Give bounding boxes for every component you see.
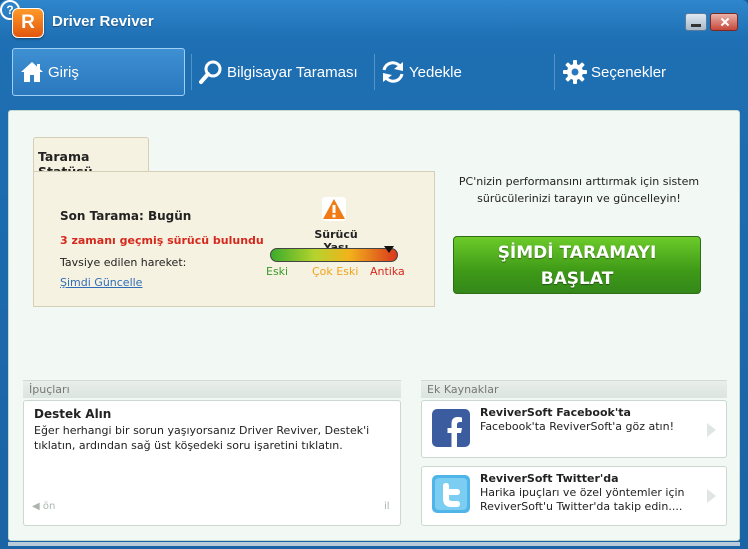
nav-separator xyxy=(191,54,192,90)
nav-item-home[interactable]: Giriş xyxy=(12,48,185,96)
last-scan-text: Son Tarama: Bugün xyxy=(60,209,192,223)
tip-next-button[interactable]: il xyxy=(384,501,390,512)
nav-item-label: Giriş xyxy=(48,63,79,81)
scan-button-line2: BAŞLAT xyxy=(540,269,614,289)
resource-body: Facebook'ta ReviverSoft'a göz atın! xyxy=(480,420,674,433)
app-window: R Driver Reviver ? Giriş Bilgisayar Tara… xyxy=(0,0,748,549)
nav-item-label: Seçenekler xyxy=(591,63,667,81)
scan-status-tab: Tarama Statüsü xyxy=(33,137,149,179)
tip-body: Eğer herhangi bir sorun yaşıyorsanız Dri… xyxy=(34,424,370,452)
age-tick-old: Eski xyxy=(266,265,289,278)
driver-age-gauge xyxy=(270,248,398,262)
age-tick-antique: Antika xyxy=(370,265,405,278)
nav-item-label: Yedekle xyxy=(409,63,462,81)
tip-prev-button[interactable]: ◀ ön xyxy=(32,501,55,512)
chevron-right-icon xyxy=(707,423,716,437)
driver-age-marker xyxy=(384,246,395,253)
twitter-icon xyxy=(432,475,470,513)
home-icon xyxy=(21,62,43,82)
app-title: Driver Reviver xyxy=(52,13,154,30)
facebook-icon xyxy=(432,409,470,447)
gear-icon xyxy=(563,60,587,84)
outdated-drivers-text: 3 zamanı geçmiş sürücü bulundu xyxy=(60,234,264,247)
twitter-resource[interactable]: ReviverSoft Twitter'da Harika ipuçları v… xyxy=(421,466,727,526)
home-content: Tarama Statüsü Son Tarama: Bugün 3 zaman… xyxy=(8,110,740,541)
tip-next-label: il xyxy=(384,501,390,512)
resource-body: Harika ipuçları ve özel yöntemler için R… xyxy=(480,486,685,513)
nav-item-label: Bilgisayar Taraması xyxy=(227,63,358,81)
nav-separator xyxy=(374,54,375,90)
recommended-action-label: Tavsiye edilen hareket: xyxy=(60,256,187,269)
tip-prev-label: ön xyxy=(42,501,56,512)
magnifier-icon xyxy=(199,60,222,84)
close-button[interactable] xyxy=(710,13,738,31)
main-nav: Giriş Bilgisayar Taraması Yedekle Seçene… xyxy=(8,44,740,100)
warning-icon xyxy=(322,197,346,221)
refresh-icon xyxy=(382,61,404,83)
nav-item-settings[interactable]: Seçenekler xyxy=(562,48,732,96)
tip-title: Destek Alın xyxy=(34,407,112,421)
nav-separator xyxy=(554,54,555,90)
minimize-button[interactable] xyxy=(685,13,707,31)
resource-title: ReviverSoft Facebook'ta xyxy=(480,406,631,419)
app-logo-icon: R xyxy=(12,8,44,38)
app-logo-letter: R xyxy=(21,12,35,33)
update-now-link[interactable]: Şimdi Güncelle xyxy=(60,276,142,289)
nav-item-backup[interactable]: Yedekle xyxy=(380,48,550,96)
window-bottom-edge xyxy=(8,542,740,546)
scan-status-panel: Son Tarama: Bugün 3 zamanı geçmiş sürücü… xyxy=(33,171,435,307)
age-tick-very-old: Çok Eski xyxy=(312,265,359,278)
tip-card: Destek Alın Eğer herhangi bir sorun yaşı… xyxy=(23,400,401,526)
resource-title: ReviverSoft Twitter'da xyxy=(480,472,619,485)
promo-text: PC'nizin performansını arttırmak için si… xyxy=(458,175,700,205)
scan-button-line1: ŞİMDİ TARAMAYI xyxy=(497,243,657,263)
tips-header: İpuçları xyxy=(23,380,401,398)
nav-item-scan[interactable]: Bilgisayar Taraması xyxy=(198,48,373,96)
facebook-resource[interactable]: ReviverSoft Facebook'ta Facebook'ta Revi… xyxy=(421,400,727,458)
chevron-right-icon xyxy=(707,489,716,503)
resources-header: Ek Kaynaklar xyxy=(421,380,727,398)
start-scan-button[interactable]: ŞİMDİ TARAMAYI BAŞLAT xyxy=(453,236,701,294)
title-bar: R Driver Reviver ? xyxy=(0,0,748,44)
